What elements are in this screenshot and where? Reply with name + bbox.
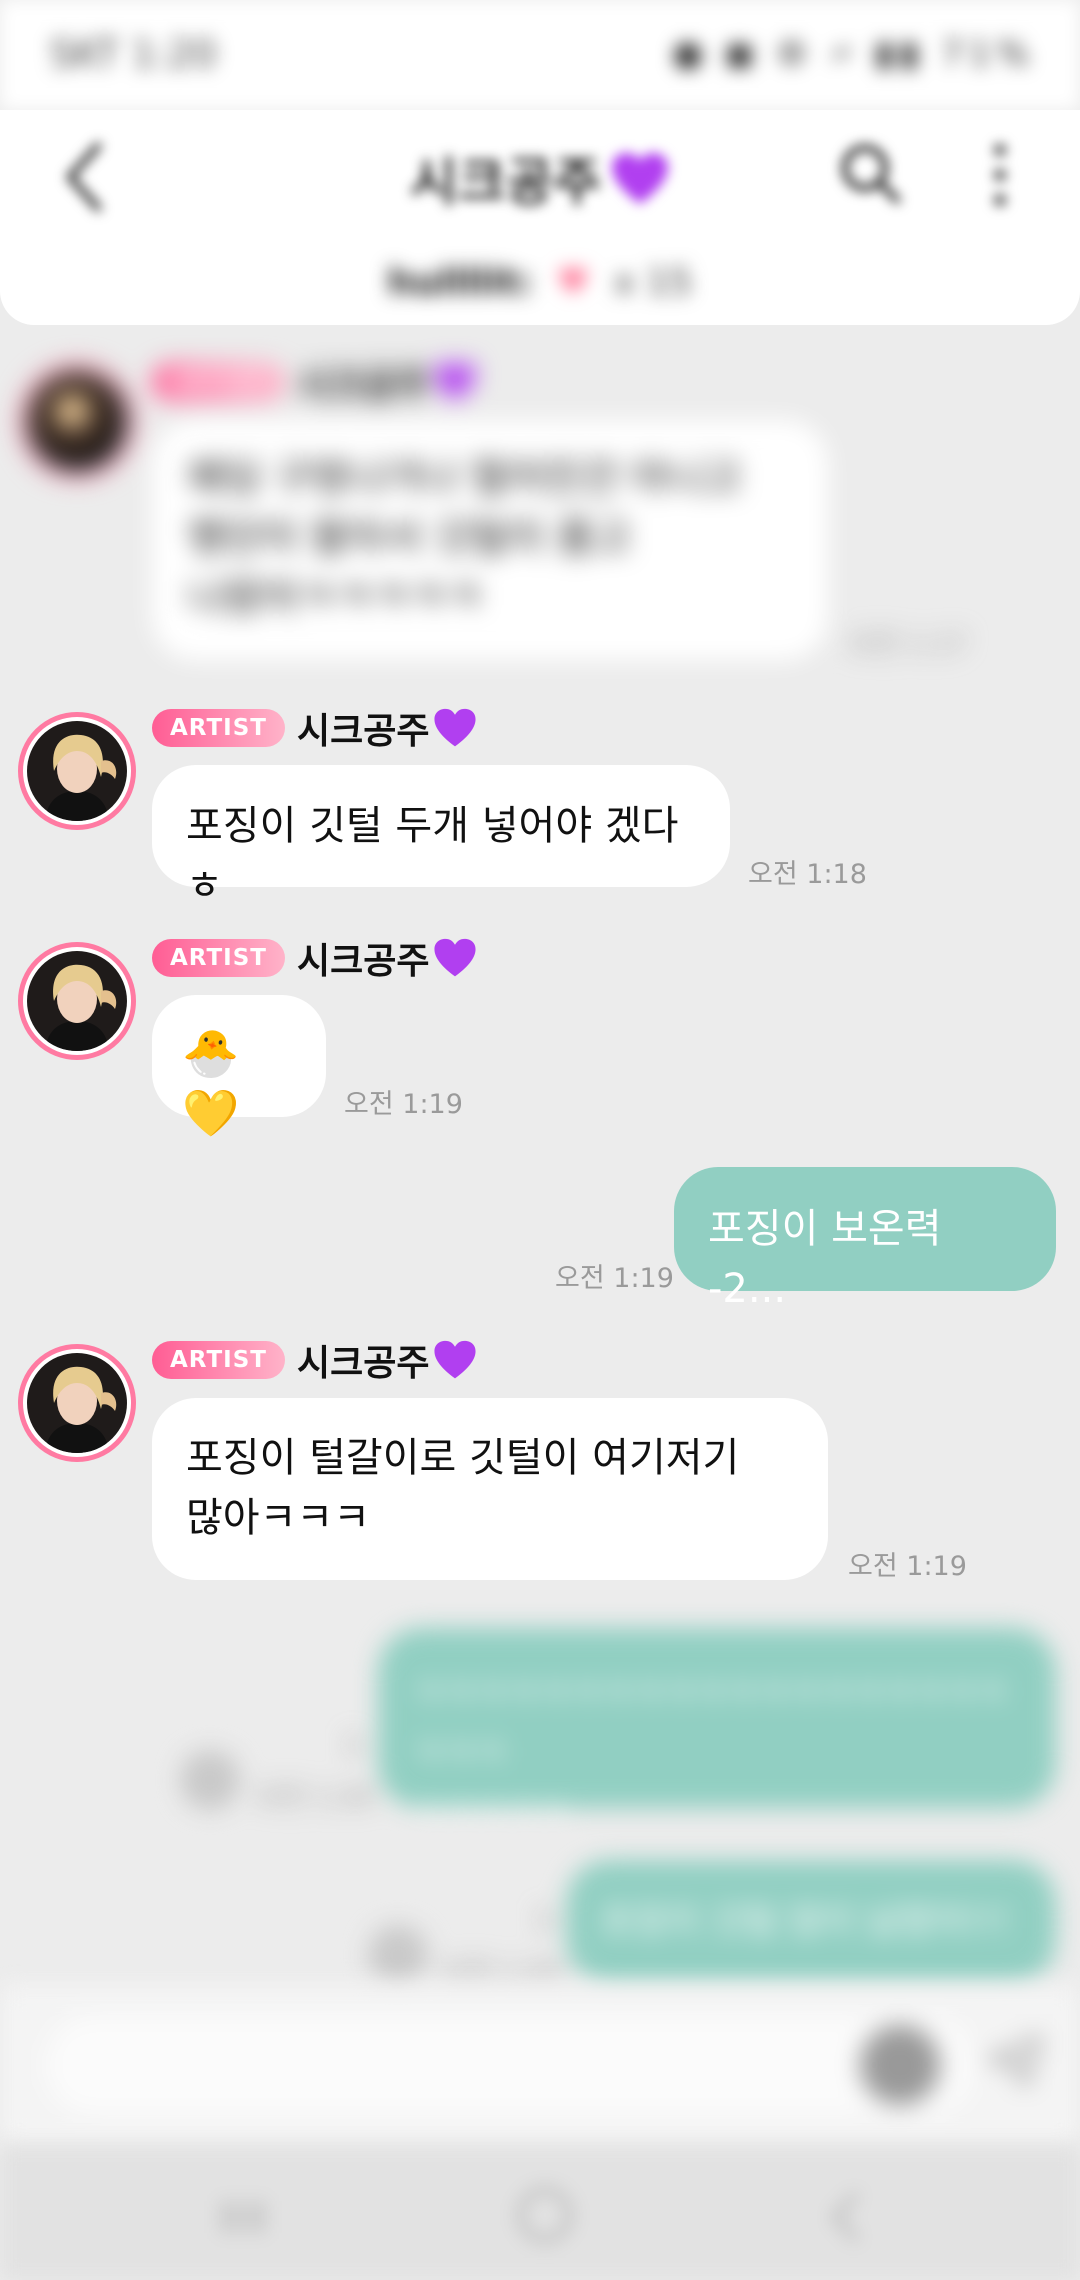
sender-name: 시크공주 [296,711,430,752]
sender-name: 시크공주 [296,365,430,406]
message-input-bar [0,1985,1080,2145]
artist-badge: ARTIST [152,939,285,977]
purple-heart-icon [612,153,669,204]
system-nav-bar [0,2145,1080,2280]
my-message-bubble[interactable]: 포징이 보온력 -2... [674,1167,1056,1312]
home-icon[interactable] [517,2187,573,2243]
status-time: SKT 1:20 [50,32,217,76]
message-time: 오전 1:19 [848,1551,967,1582]
message-line: 포징이 깃털 많이 날렸어!!! [600,1901,1009,1942]
avatar-image [27,1353,127,1453]
message-line: ㅋㅋㅋㅋㅋㅋㅋㅋㅋㅋㅋㅋㅋㅋㅋㅋㅋㅋㅋㅋㅋㅋ [412,1674,1007,1774]
sender-name: 시크공주 [296,1343,430,1384]
artist-badge: ARTIST [152,709,285,747]
message-line: 행던이 팔아서 깃털이 품고 [188,515,631,561]
my-message-bubble[interactable]: 포징이 깃털 많이 날렸어!!! [566,1860,1056,1984]
retry-icon[interactable] [180,1750,240,1810]
purple-heart-icon [434,1340,477,1379]
message-time: 오전 1:19 [344,1089,463,1120]
sender-name: 시크공주 [296,941,430,982]
artist-avatar[interactable] [18,1344,136,1462]
purple-heart-icon [434,708,477,747]
sender-row: ARTIST 시크공주 [152,360,477,406]
send-icon[interactable] [985,2030,1045,2090]
message-bubble[interactable]: 🐣💛 [152,995,326,1140]
nav-back-icon[interactable] [825,2190,865,2245]
read-count: 1 [536,1905,554,1936]
message-bubble[interactable]: 포징이 털갈이로 깃털이 여기저기 많아ㅋㅋㅋ [152,1398,828,1580]
status-icons: ● ◼ ⚙ 🗲 ▮▮ 71% [672,34,1035,74]
sticker-icon[interactable] [860,2025,940,2105]
sender-row: ARTIST 시크공주 [152,1338,477,1384]
message-input[interactable] [45,2015,975,2115]
purple-heart-icon [434,938,477,977]
search-icon[interactable] [835,138,905,208]
read-count: 1 [345,1730,363,1761]
sender-row: ARTIST 시크공주 [152,706,477,752]
message-time: 오전 1:20 [442,1957,561,1988]
my-message-bubble[interactable]: ㅋㅋㅋㅋㅋㅋㅋㅋㅋㅋㅋㅋㅋㅋㅋㅋㅋㅋㅋㅋㅋㅋ ㅋㅋㅋㅋㅋ [378,1628,1056,1834]
message-time: 오전 1:19 [555,1263,674,1294]
message-line: 포징이 보온력 -2... [708,1206,942,1312]
more-options-icon[interactable] [980,140,1020,210]
artist-avatar[interactable] [18,712,136,830]
message-time: 오전 1:18 [748,859,867,890]
message-bubble[interactable]: 포징이 깃털 두개 넣어야 겠다ㅎ [152,765,730,909]
emoji-message: 🐣💛 [182,1026,240,1140]
recent-apps-icon[interactable] [218,2197,268,2237]
message-line: 패딩 구멍나거나 헐어진건 아니고 [188,455,742,501]
message-line: 포징이 털갈이로 깃털이 여기저기 [186,1435,740,1481]
heart-count-bar: hullllit: ♥ x 15 [0,262,1080,303]
message-line: 나왔어ㅋㅋㅋㅋㅋ [188,575,483,621]
message-line: ㅋㅋㅋㅋㅋ [412,1794,569,1834]
message-bubble[interactable]: 패딩 구멍나거나 헐어진건 아니고 행던이 팔아서 깃털이 품고 나왔어ㅋㅋㅋㅋ… [152,420,828,660]
artist-badge: ARTIST [152,1341,285,1379]
chat-header: 시크공주 hullllit: ♥ x 15 [0,110,1080,325]
artist-avatar[interactable] [18,942,136,1060]
status-bar: SKT 1:20 ● ◼ ⚙ 🗲 ▮▮ 71% [0,0,1080,110]
retry-icon[interactable] [368,1925,428,1985]
sender-row: ARTIST 시크공주 [152,936,477,982]
message-line: 포징이 깃털 두개 넣어야 겠다ㅎ [186,803,679,909]
purple-heart-icon [434,362,477,401]
chat-title-text: 시크공주 [409,153,602,213]
artist-avatar[interactable] [18,362,136,480]
message-line: 많아ㅋㅋㅋ [186,1495,370,1541]
avatar-image [27,951,127,1051]
pink-heart-icon: ♥ [556,262,590,303]
avatar-image [27,721,127,821]
message-time: 오전 1:17 [848,629,967,660]
heart-sender-name: hullllit: [387,262,533,303]
artist-badge: ARTIST [152,363,285,401]
message-time: 오전 1:20 [255,1782,374,1813]
heart-count: x 15 [613,262,693,303]
chat-title: 시크공주 [0,140,1080,215]
